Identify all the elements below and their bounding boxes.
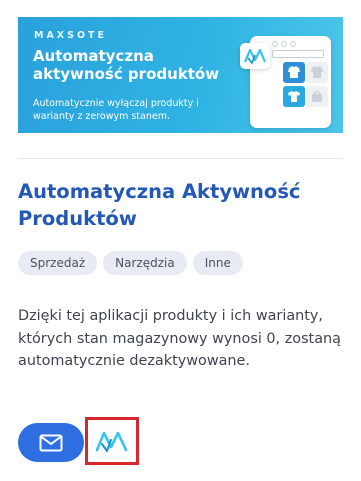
product-shirt-tile <box>306 62 328 83</box>
maxsote-logo-icon <box>95 431 128 452</box>
banner-description: Automatycznie wyłączaj produkty i warian… <box>33 98 199 122</box>
product-tshirt-tile <box>283 86 305 107</box>
banner-brand: MAXSOTE <box>34 30 108 41</box>
product-bag-tile <box>306 86 328 107</box>
app-banner[interactable]: MAXSOTE Automatyczna aktywność produktów… <box>18 17 343 133</box>
mail-icon <box>39 434 63 451</box>
app-title[interactable]: Automatyczna Aktywność Produktów <box>18 178 338 232</box>
window-dots-icon <box>272 41 296 47</box>
banner-title: Automatyczna aktywność produktów <box>33 47 220 83</box>
tag-narzedzia[interactable]: Narzędzia <box>103 251 187 275</box>
contact-mail-button[interactable] <box>18 423 84 462</box>
divider <box>18 158 343 159</box>
app-description: Dzięki tej aplikacji produkty i ich wari… <box>18 308 341 369</box>
app-card: MAXSOTE Automatyczna aktywność produktów… <box>0 0 361 481</box>
maxsote-badge-icon <box>240 43 270 69</box>
tag-sprzedaz[interactable]: Sprzedaż <box>18 251 98 275</box>
category-tags: Sprzedaż Narzędzia Inne <box>18 251 243 275</box>
tag-inne[interactable]: Inne <box>192 251 243 275</box>
address-bar-icon <box>272 50 324 58</box>
product-sweater-tile <box>283 62 305 83</box>
vendor-logo-button[interactable] <box>85 417 139 465</box>
shop-window-illustration <box>240 36 331 128</box>
